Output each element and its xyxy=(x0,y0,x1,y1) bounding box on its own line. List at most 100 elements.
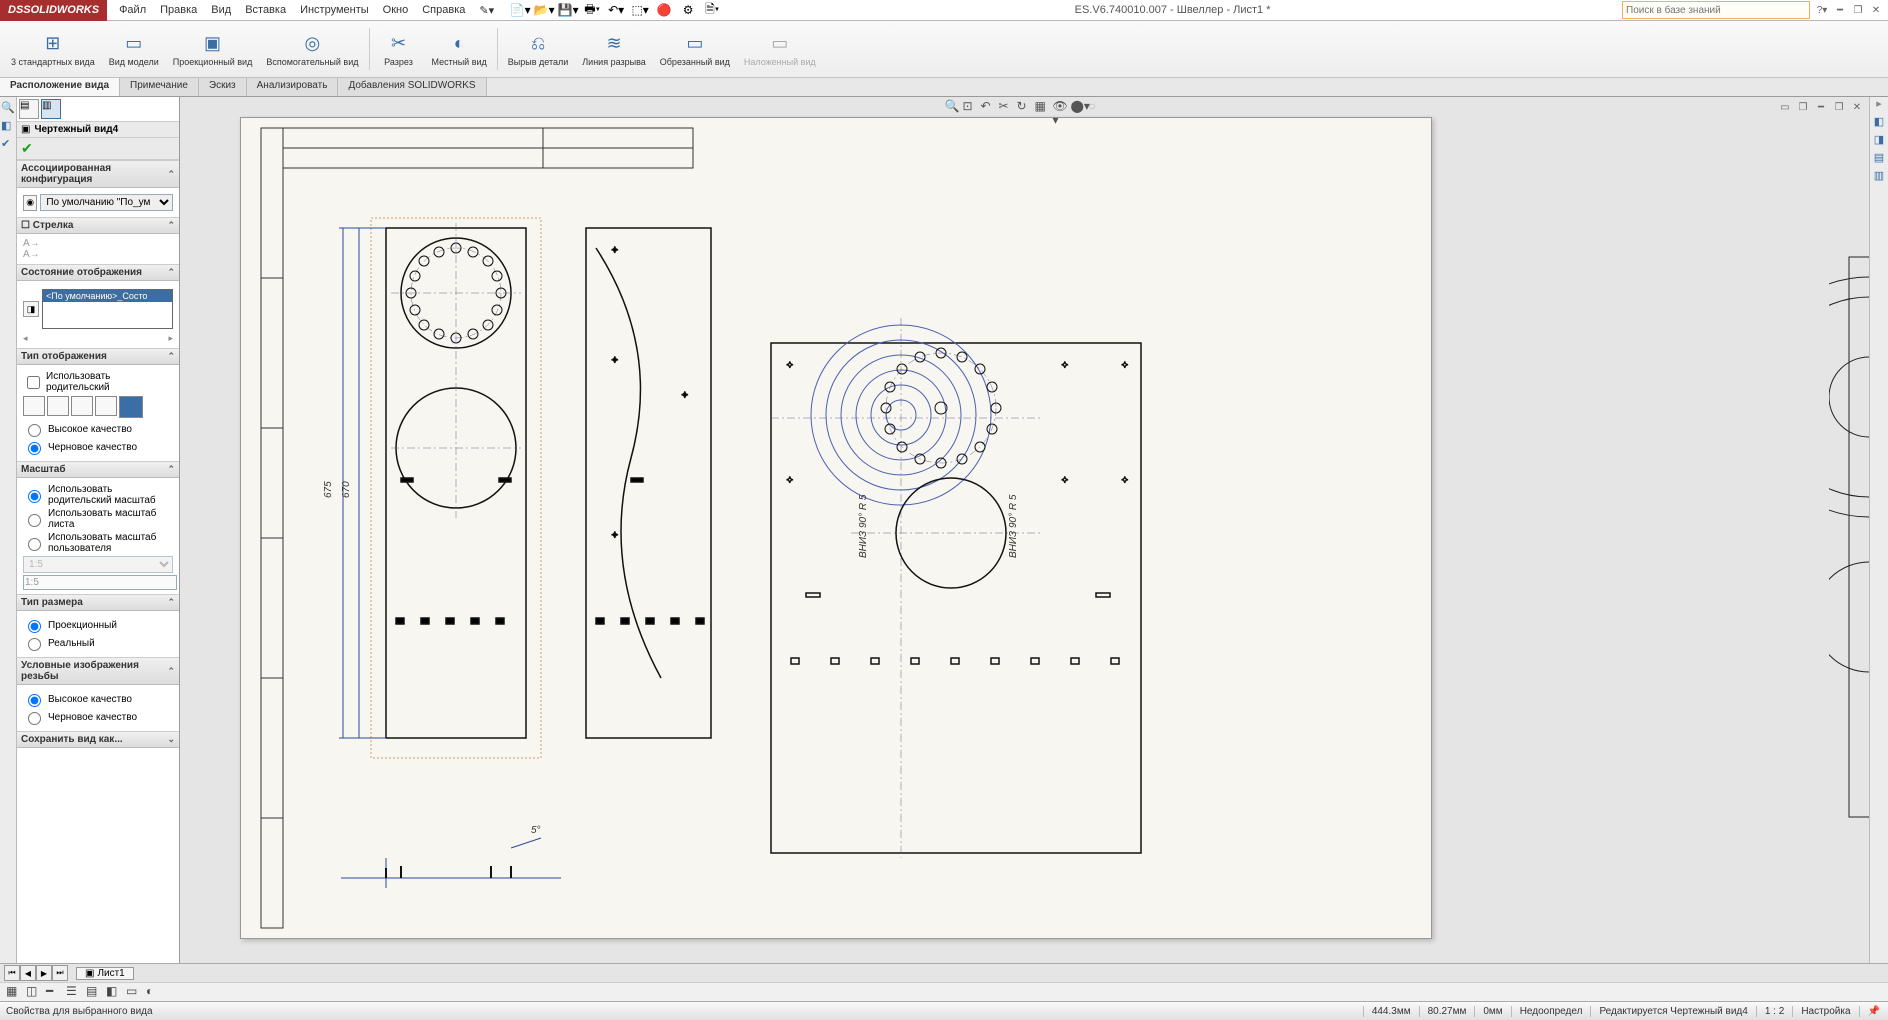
menu-tools[interactable]: Инструменты xyxy=(293,2,376,18)
doc-max-icon[interactable]: ❐ xyxy=(1831,99,1847,115)
bt-6-icon[interactable]: ◧ xyxy=(106,984,122,1000)
config-select[interactable]: По умолчанию "По_ум xyxy=(40,194,173,211)
section-thread[interactable]: Условные изображения резьбы⌃ xyxy=(17,657,179,685)
scale-user-radio[interactable]: Использовать масштаб пользователя xyxy=(23,532,173,554)
bt-5-icon[interactable]: ▤ xyxy=(86,984,102,1000)
check-icon[interactable]: ✔ xyxy=(1,137,15,151)
open-icon[interactable]: 📂▾ xyxy=(533,1,555,19)
zoom-area-icon[interactable]: ⊡ xyxy=(963,99,979,115)
section-arrow[interactable]: ☐ Стрелка⌃ xyxy=(17,217,179,234)
new-icon[interactable]: 📄▾ xyxy=(509,1,531,19)
bt-7-icon[interactable]: ▭ xyxy=(126,984,142,1000)
ribbon-break-line[interactable]: ≋Линия разрыва xyxy=(576,30,652,69)
view-orient-icon[interactable]: ↻ xyxy=(1017,99,1033,115)
appearance-icon[interactable]: ⬤▾ xyxy=(1071,99,1087,115)
print-icon[interactable]: 🖶▾ xyxy=(581,1,603,19)
tab-evaluate[interactable]: Анализировать xyxy=(247,78,339,96)
disp-style-4-icon[interactable] xyxy=(95,396,117,416)
bt-1-icon[interactable]: ▦ xyxy=(6,984,22,1000)
search-input[interactable] xyxy=(1622,1,1810,19)
bt-8-icon[interactable]: ◐ xyxy=(146,984,162,1000)
ribbon-3-standard-views[interactable]: ⊞3 стандартных вида xyxy=(5,30,101,69)
ribbon-model-view[interactable]: ▭Вид модели xyxy=(103,30,165,69)
help-icon[interactable]: ?▾ xyxy=(1814,2,1830,18)
disp-style-5-icon[interactable] xyxy=(119,396,143,418)
quality-draft-radio[interactable]: Черновое качество xyxy=(23,439,173,455)
sheet-last-icon[interactable]: ⏭ xyxy=(52,965,68,981)
tree-icon[interactable]: ◧ xyxy=(1,119,15,133)
status-pin-icon[interactable]: 📌 xyxy=(1859,1006,1888,1017)
drawing-canvas[interactable]: 🔍 ⊡ ↶ ✂ ↻ ▦ 👁▾ ⬤▾ ○ ▭ ❐ ━ ❐ ✕ xyxy=(180,97,1869,963)
dim-real-radio[interactable]: Реальный xyxy=(23,635,173,651)
restore-icon[interactable]: ❐ xyxy=(1850,2,1866,18)
menu-more-icon[interactable]: ✎▾ xyxy=(472,2,501,19)
scene-icon[interactable]: ○ xyxy=(1089,99,1105,115)
sheet-first-icon[interactable]: ⏮ xyxy=(4,965,20,981)
dim-projection-radio[interactable]: Проекционный xyxy=(23,617,173,633)
right-taskpane[interactable]: ▸ ◧ ◨ ▤ ▥ xyxy=(1869,97,1888,963)
disp-style-2-icon[interactable] xyxy=(47,396,69,416)
save-icon[interactable]: 💾▾ xyxy=(557,1,579,19)
pm-tab-feature-icon[interactable]: ▤ xyxy=(19,99,39,119)
display-state-item[interactable]: <По умолчанию>_Состо xyxy=(43,290,172,302)
section-display-state[interactable]: Состояние отображения⌃ xyxy=(17,264,179,281)
sheet-next-icon[interactable]: ▶ xyxy=(36,965,52,981)
menu-insert[interactable]: Вставка xyxy=(238,2,293,18)
extra-icon[interactable]: 🗎▾ xyxy=(701,1,723,19)
ribbon-projection-view[interactable]: ▣Проекционный вид xyxy=(167,30,259,69)
section-view-icon[interactable]: ✂ xyxy=(999,99,1015,115)
doc-close-icon[interactable]: ✕ xyxy=(1849,99,1865,115)
tab-sketch[interactable]: Эскиз xyxy=(199,78,247,96)
close-icon[interactable]: ✕ xyxy=(1868,2,1884,18)
menu-file[interactable]: Файл xyxy=(112,2,153,18)
sheet-paper[interactable]: Перв. примен. Справ. № Подп. и дата Инв.… xyxy=(240,117,1432,939)
rebuild-icon[interactable]: 🔴 xyxy=(653,1,675,19)
bt-2-icon[interactable]: ◫ xyxy=(26,984,42,1000)
status-config[interactable]: Настройка xyxy=(1792,1006,1858,1017)
ribbon-detail-view[interactable]: ◐Местный вид xyxy=(426,30,493,69)
doc-tile-icon[interactable]: ▭ xyxy=(1777,99,1793,115)
ribbon-broken-out[interactable]: ⎌Вырыв детали xyxy=(502,30,575,69)
thread-draft-radio[interactable]: Черновое качество xyxy=(23,709,173,725)
tab-annotation[interactable]: Примечание xyxy=(120,78,199,96)
bt-4-icon[interactable]: ☰ xyxy=(66,984,82,1000)
scale-sheet-radio[interactable]: Использовать масштаб листа xyxy=(23,508,173,530)
hide-show-icon[interactable]: 👁▾ xyxy=(1053,99,1069,115)
section-save-view-as[interactable]: Сохранить вид как...⌄ xyxy=(17,731,179,748)
thread-hq-radio[interactable]: Высокое качество xyxy=(23,691,173,707)
disp-style-1-icon[interactable] xyxy=(23,396,45,416)
scale-parent-radio[interactable]: Использовать родительский масштаб xyxy=(23,484,173,506)
config-pick-icon[interactable]: ◉ xyxy=(23,195,37,211)
ribbon-section[interactable]: ✂Разрез xyxy=(374,30,424,69)
prev-view-icon[interactable]: ↶ xyxy=(981,99,997,115)
select-icon[interactable]: ⬚▾ xyxy=(629,1,651,19)
filter-icon[interactable]: 🔍 xyxy=(1,101,15,115)
sheet-prev-icon[interactable]: ◀ xyxy=(20,965,36,981)
section-scale[interactable]: Масштаб⌃ xyxy=(17,461,179,478)
tab-view-layout[interactable]: Расположение вида xyxy=(0,78,120,96)
tab-solidworks-addins[interactable]: Добавления SOLIDWORKS xyxy=(338,78,486,96)
menu-help[interactable]: Справка xyxy=(415,2,472,18)
ribbon-auxiliary-view[interactable]: ◎Вспомогательный вид xyxy=(260,30,364,69)
use-parent-check[interactable]: Использовать родительский xyxy=(23,371,173,393)
menu-edit[interactable]: Правка xyxy=(153,2,204,18)
zoom-fit-icon[interactable]: 🔍 xyxy=(945,99,961,115)
display-style-icon[interactable]: ▦ xyxy=(1035,99,1051,115)
quality-high-radio[interactable]: Высокое качество xyxy=(23,421,173,437)
options-icon[interactable]: ⚙ xyxy=(677,1,699,19)
dispstate-icon[interactable]: ◨ xyxy=(23,301,39,317)
pm-tab-property-icon[interactable]: ▥ xyxy=(41,99,61,119)
doc-min-icon[interactable]: ━ xyxy=(1813,99,1829,115)
ribbon-crop-view[interactable]: ▭Обрезанный вид xyxy=(654,30,736,69)
ok-icon[interactable]: ✔ xyxy=(21,140,33,157)
bt-3-icon[interactable]: ━ xyxy=(46,984,62,1000)
menu-view[interactable]: Вид xyxy=(204,2,238,18)
section-display-type[interactable]: Тип отображения⌃ xyxy=(17,348,179,365)
section-config[interactable]: Ассоциированная конфигурация⌃ xyxy=(17,160,179,188)
section-dim-type[interactable]: Тип размера⌃ xyxy=(17,594,179,611)
sheet-tab-1[interactable]: ▣ Лист1 xyxy=(76,967,134,980)
doc-cascade-icon[interactable]: ❐ xyxy=(1795,99,1811,115)
minimize-icon[interactable]: ━ xyxy=(1832,2,1848,18)
disp-style-3-icon[interactable] xyxy=(71,396,93,416)
menu-window[interactable]: Окно xyxy=(376,2,416,18)
